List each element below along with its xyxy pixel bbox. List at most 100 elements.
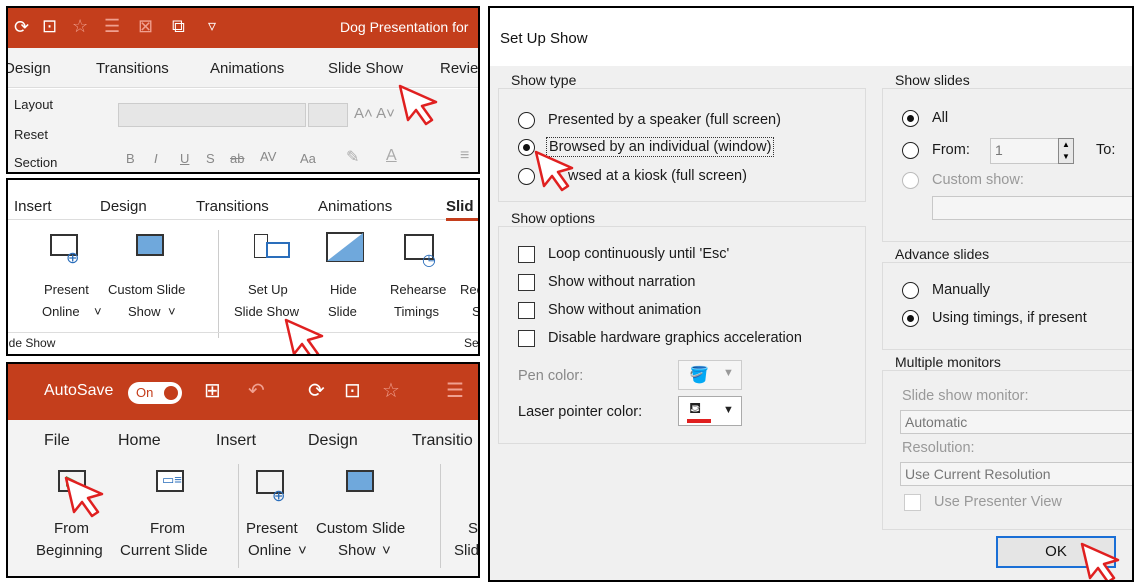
all-radio[interactable] [902,110,919,127]
tab-design[interactable]: Design [8,60,51,77]
record-label-2[interactable]: S [472,304,478,319]
monitor-select[interactable]: Automatic [900,410,1132,434]
hw-accel-checkbox[interactable] [518,330,535,347]
loop-checkbox[interactable] [518,246,535,263]
record-label-1[interactable]: Rec [460,282,478,297]
bullets-icon[interactable]: ☰ [104,16,120,37]
no-narration-checkbox[interactable] [518,274,535,291]
tab-home[interactable]: Home [118,432,161,450]
tab-insert[interactable]: Insert [14,198,52,215]
tab-animations[interactable]: Animations [210,60,284,77]
custom-show-icon[interactable] [346,470,374,492]
tab-transitions[interactable]: Transitio [412,432,473,450]
from-current-label-2[interactable]: Current Slide [120,542,208,559]
autosave-toggle[interactable]: On [128,382,182,404]
rehearse-label-1[interactable]: Rehearse [390,282,446,297]
from-spinner[interactable]: ▲ ▼ [1058,138,1074,164]
tab-transitions[interactable]: Transitions [196,198,269,215]
from-radio[interactable] [902,142,919,159]
bullets-icon[interactable]: ☰ [446,378,464,403]
resolution-select[interactable]: Use Current Resolution [900,462,1132,486]
laser-color-picker[interactable]: ⛾ ▼ [678,396,742,426]
redo-icon[interactable]: ⟳ [308,378,325,403]
all-label[interactable]: All [932,110,948,126]
shape-icon[interactable]: ⧉ [172,16,185,37]
section-button[interactable]: Section [14,155,57,170]
present-online-label-2[interactable]: Online [248,542,291,559]
speaker-label[interactable]: Presented by a speaker (full screen) [548,112,781,128]
tab-review[interactable]: Revie [440,60,478,77]
present-icon[interactable]: ⊡ [42,16,57,37]
tab-slide-show[interactable]: Slid [446,198,474,215]
font-color-icon[interactable]: A [386,147,397,165]
custom-show-icon[interactable] [136,234,164,256]
tab-insert[interactable]: Insert [216,432,256,450]
present-online-chevron-icon[interactable]: ˅ [298,542,307,559]
italic-button[interactable]: I [154,151,158,166]
undo-icon[interactable]: ↶ [248,378,265,403]
font-size-box[interactable] [308,103,348,127]
reset-button[interactable]: Reset [14,127,48,142]
strikethrough-button[interactable]: ab [230,151,244,166]
setup-label-1[interactable]: S [468,520,478,537]
custom-show-chevron-icon[interactable]: ˅ [382,542,391,559]
save-icon[interactable]: ⊞ [204,378,221,403]
custom-show-chevron-icon[interactable]: ˅ [168,304,176,319]
tab-animations[interactable]: Animations [318,198,392,215]
pen-color-picker[interactable]: 🪣 ▼ [678,360,742,390]
from-current-label-1[interactable]: From [150,520,185,537]
tab-design[interactable]: Design [100,198,147,215]
present-online-chevron-icon[interactable]: ˅ [94,304,102,319]
hide-slide-label-1[interactable]: Hide [330,282,357,297]
tab-slide-show[interactable]: Slide Show [328,60,403,77]
loop-label[interactable]: Loop continuously until 'Esc' [548,246,729,262]
custom-show-label-2[interactable]: Show [338,542,376,559]
custom-show-radio[interactable] [902,172,919,189]
presenter-view-label[interactable]: Use Presenter View [934,494,1062,510]
star-icon[interactable]: ☆ [72,16,88,37]
hw-accel-label[interactable]: Disable hardware graphics acceleration [548,330,802,346]
custom-show-label-1[interactable]: Custom Slide [316,520,405,537]
tab-design[interactable]: Design [308,432,358,450]
tab-transitions[interactable]: Transitions [96,60,169,77]
speaker-radio[interactable] [518,112,535,129]
no-narration-label[interactable]: Show without narration [548,274,696,290]
hide-slide-label-2[interactable]: Slide [328,304,357,319]
kiosk-label[interactable]: wsed at a kiosk (full screen) [568,168,747,184]
font-name-box[interactable] [118,103,306,127]
custom-show-select[interactable] [932,196,1132,220]
timings-radio[interactable] [902,310,919,327]
setup-label-1[interactable]: Set Up [248,282,288,297]
shadow-button[interactable]: S [206,151,215,166]
case-button[interactable]: Aa [300,151,316,166]
to-label[interactable]: To: [1096,142,1115,158]
customize-toolbar-icon[interactable]: ▿ [208,16,216,36]
picture-icon[interactable]: ⊠ [138,16,153,37]
spacing-button[interactable]: AV [260,149,276,164]
no-animation-checkbox[interactable] [518,302,535,319]
present-online-label-1[interactable]: Present [246,520,298,537]
redo-icon[interactable]: ⟳ [14,17,29,38]
manually-radio[interactable] [902,282,919,299]
highlight-icon[interactable]: ✎ [346,147,359,167]
individual-label[interactable]: Browsed by an individual (window) [546,137,775,157]
rehearse-label-2[interactable]: Timings [394,304,439,319]
star-icon[interactable]: ☆ [382,378,400,403]
presenter-view-checkbox[interactable] [904,494,921,511]
from-beginning-label-2[interactable]: Beginning [36,542,103,559]
align-icon[interactable]: ≡ [460,147,469,165]
no-animation-label[interactable]: Show without animation [548,302,701,318]
tab-file[interactable]: File [44,432,70,450]
custom-show-label[interactable]: Custom show: [932,172,1024,188]
setup-label-2[interactable]: Slid [454,542,478,559]
from-beginning-label-1[interactable]: From [54,520,89,537]
present-icon[interactable]: ⊡ [344,378,361,403]
layout-button[interactable]: Layout [14,97,53,112]
bold-button[interactable]: B [126,151,135,166]
timings-label[interactable]: Using timings, if present [932,310,1087,326]
grow-font-icon[interactable]: A˄ A˅ [354,105,395,122]
manually-label[interactable]: Manually [932,282,990,298]
from-label[interactable]: From: [932,142,970,158]
hide-slide-icon[interactable] [326,232,364,262]
underline-button[interactable]: U [180,151,189,166]
